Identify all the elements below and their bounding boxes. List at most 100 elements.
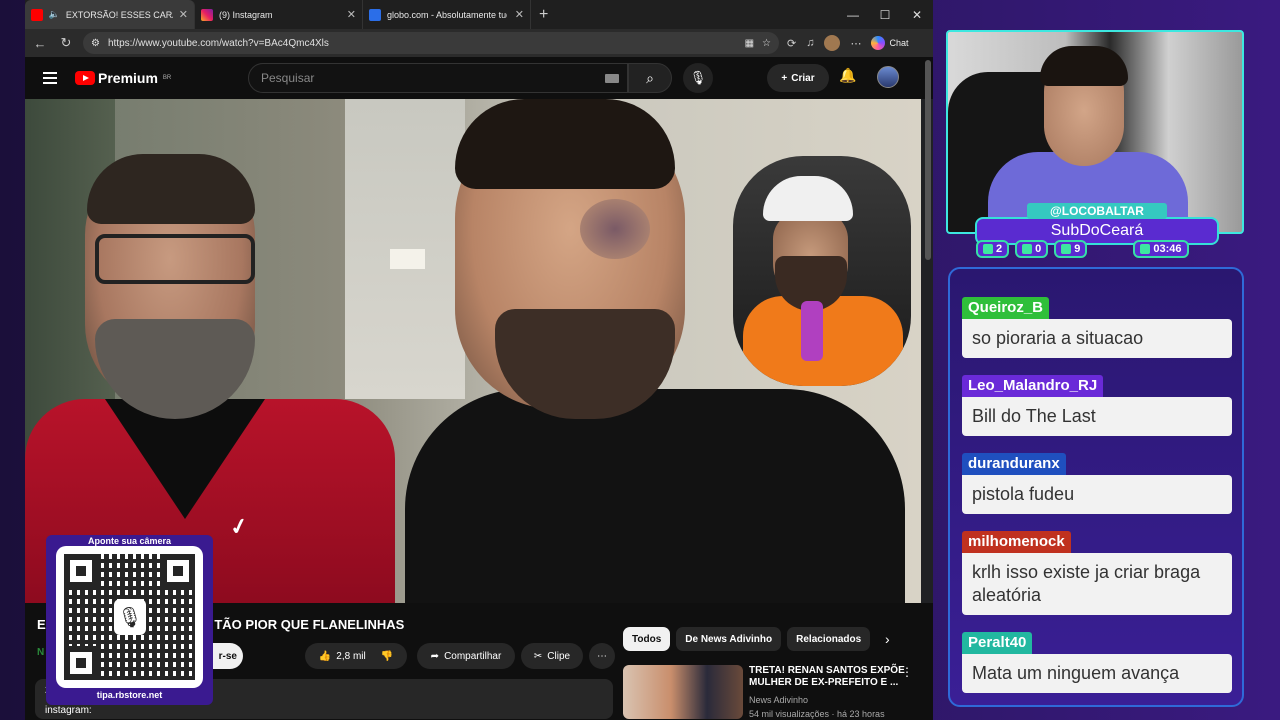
- site-info-icon[interactable]: ⚙: [91, 38, 100, 49]
- search-placeholder: Pesquisar: [261, 71, 315, 85]
- address-bar[interactable]: ⚙ https://www.youtube.com/watch?v=BAc4Qm…: [83, 32, 779, 54]
- video-glasses: [95, 234, 255, 284]
- tab-label: EXTORSÃO! ESSES CARAS TÃO: [65, 9, 173, 20]
- video-player[interactable]: ✓: [25, 99, 921, 603]
- keyboard-icon[interactable]: [605, 74, 619, 83]
- chip-channel[interactable]: De News Adivinho: [676, 627, 782, 651]
- logo-text: Premium: [98, 70, 158, 86]
- url-text: https://www.youtube.com/watch?v=BAc4Qmc4…: [107, 37, 329, 49]
- like-icon: [1061, 244, 1072, 254]
- chat-username: duranduranx: [962, 453, 1066, 475]
- description-line: instagram:: [45, 705, 92, 716]
- reload-button[interactable]: ↻: [57, 35, 75, 51]
- close-tab-icon[interactable]: ✕: [347, 8, 356, 21]
- reco-meta: 54 mil visualizações · há 23 horas: [749, 709, 885, 719]
- toolbar-right: ⟳ ♫ ⋯ Chat: [787, 35, 908, 51]
- chat-text: so pioraria a situacao: [962, 319, 1232, 358]
- stream-stats: 2 0 9 03:46: [976, 240, 1189, 258]
- qr-finder: [64, 554, 98, 588]
- tab-label: (9) Instagram: [219, 9, 273, 20]
- search-button[interactable]: ⌕: [628, 63, 672, 93]
- share-icon: ➦: [430, 650, 440, 662]
- reco-title: TRETA! RENAN SANTOS EXPÕE MULHER DE EX-P…: [749, 665, 905, 688]
- mic-icon: 🎙: [689, 70, 707, 85]
- maximize-button[interactable]: ☐: [869, 0, 901, 29]
- chat-text: Mata um ninguem avança: [962, 654, 1232, 693]
- stat-timer: 03:46: [1133, 240, 1189, 258]
- tab-youtube[interactable]: 🔈 EXTORSÃO! ESSES CARAS TÃO ✕: [25, 0, 195, 29]
- new-tab-button[interactable]: +: [531, 6, 556, 24]
- youtube-logo[interactable]: Premium BR: [75, 70, 171, 86]
- related-chips: Todos De News Adivinho Relacionados: [623, 627, 871, 651]
- chat-message: Peralt40 Mata um ninguem avança: [962, 632, 1232, 693]
- stat-chat: 2: [976, 240, 1010, 258]
- tab-label: globo.com - Absolutamente tudo: [387, 9, 507, 20]
- close-tab-icon[interactable]: ✕: [179, 8, 188, 21]
- stat-youtube: 0: [1015, 240, 1049, 258]
- close-window-button[interactable]: ✕: [901, 0, 933, 29]
- chat-message: Leo_Malandro_RJ Bill do The Last: [962, 375, 1232, 436]
- recommended-video[interactable]: TRETA! RENAN SANTOS EXPÕE MULHER DE EX-P…: [623, 663, 923, 720]
- extensions-icon[interactable]: ⟳: [787, 37, 796, 50]
- back-button[interactable]: ←: [31, 36, 49, 51]
- copilot-chat-button[interactable]: Chat: [871, 36, 908, 50]
- menu-icon[interactable]: [43, 72, 57, 84]
- subscribe-label: r-se: [218, 650, 237, 662]
- qr-url: tipa.rbstore.net: [96, 690, 163, 700]
- streamer-hair: [1040, 46, 1128, 86]
- avatar[interactable]: [877, 66, 899, 88]
- tab-bar: 🔈 EXTORSÃO! ESSES CARAS TÃO ✕ (9) Instag…: [25, 0, 933, 29]
- tab-view-icon[interactable]: ▦: [745, 38, 754, 49]
- video-light: [390, 249, 425, 269]
- minimize-button[interactable]: —: [837, 0, 869, 29]
- clip-label: Clipe: [547, 650, 571, 662]
- qr-code: 🎙: [56, 546, 203, 688]
- video-thumbnail[interactable]: [623, 665, 743, 719]
- address-bar-row: ← ↻ ⚙ https://www.youtube.com/watch?v=BA…: [25, 29, 933, 57]
- channel-initial[interactable]: N: [37, 647, 44, 658]
- tab-instagram[interactable]: (9) Instagram ✕: [195, 0, 363, 29]
- video-hair-left: [87, 154, 255, 224]
- search-icon: ⌕: [646, 69, 654, 86]
- hard-hat-icon: [763, 176, 853, 221]
- share-button[interactable]: ➦ Compartilhar: [417, 643, 515, 669]
- chat-message: Queiroz_B so pioraria a situacao: [962, 297, 1232, 358]
- chat-text: krlh isso existe ja criar braga aleatóri…: [962, 553, 1232, 615]
- qr-pattern: 🎙: [64, 554, 195, 680]
- more-actions-button[interactable]: ⋯: [589, 643, 615, 669]
- favorite-star-icon[interactable]: ☆: [762, 38, 771, 49]
- video-title-end: TÃO PIOR QUE FLANELINHAS: [214, 617, 405, 632]
- scrollbar[interactable]: [925, 60, 931, 260]
- clip-button[interactable]: ✂ Clipe: [521, 643, 583, 669]
- more-icon[interactable]: ⋯: [850, 37, 861, 50]
- voice-search-button[interactable]: 🎙: [683, 63, 713, 93]
- scissors-icon: ✂: [533, 650, 543, 662]
- music-icon[interactable]: ♫: [806, 37, 814, 49]
- thumbs-down-icon[interactable]: 👎: [381, 651, 393, 662]
- close-tab-icon[interactable]: ✕: [515, 8, 524, 21]
- chat-username: Queiroz_B: [962, 297, 1050, 319]
- plus-icon: +: [781, 72, 788, 84]
- video-shirt-right: [405, 389, 905, 603]
- reco-channel: News Adivinho: [749, 695, 809, 705]
- create-button[interactable]: + Criar: [767, 64, 829, 92]
- chip-related[interactable]: Relacionados: [787, 627, 871, 651]
- qr-finder: [64, 646, 98, 680]
- chat-username: Leo_Malandro_RJ: [962, 375, 1104, 397]
- kebab-menu-icon[interactable]: ⋮: [901, 665, 913, 679]
- notifications-icon[interactable]: 🔔: [839, 67, 856, 84]
- speaker-icon[interactable]: 🔈: [49, 9, 60, 20]
- chat-icon: [983, 244, 993, 254]
- window-controls: — ☐ ✕: [837, 0, 933, 29]
- globo-tab-icon: [369, 8, 381, 21]
- chip-all[interactable]: Todos: [623, 627, 671, 651]
- chevron-right-icon[interactable]: ›: [885, 631, 890, 647]
- microphone-icon: [801, 301, 823, 361]
- tab-globo[interactable]: globo.com - Absolutamente tudo ✕: [363, 0, 531, 29]
- search-input[interactable]: Pesquisar: [248, 63, 628, 93]
- region-code: BR: [162, 75, 172, 81]
- profile-icon[interactable]: [824, 35, 841, 51]
- youtube-tab-icon: [31, 8, 43, 21]
- reactor-facecam: [733, 156, 911, 386]
- like-button[interactable]: 👍 2,8 mil 👎: [305, 643, 407, 669]
